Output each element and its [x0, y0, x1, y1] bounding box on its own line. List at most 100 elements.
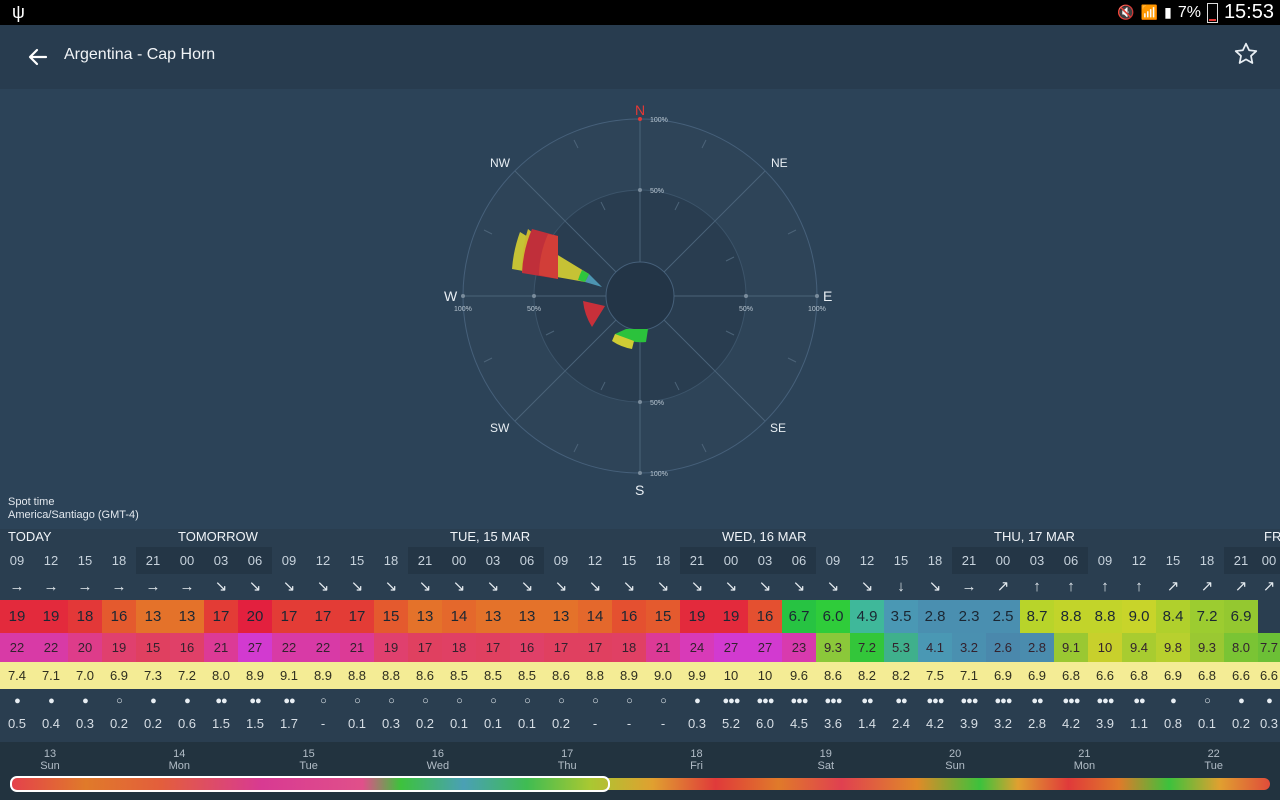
day-label: TODAY [8, 529, 52, 544]
hour-cell: 18 [383, 553, 399, 568]
wind-gust-cell: 20 [68, 633, 102, 662]
wind-direction-arrow-icon: → [9, 578, 25, 595]
wave-period-cell: 6.8 [1129, 668, 1149, 683]
hour-cell: 06 [510, 547, 544, 574]
wind-speed-cell: 19 [714, 600, 748, 633]
hour-cell: 12 [859, 553, 875, 568]
wind-gust-cell: 21 [340, 633, 374, 662]
precipitation-cell: 0.2 [109, 716, 129, 731]
wind-direction-arrow-icon: ↘ [690, 578, 704, 595]
precipitation-cell: 0.3 [1259, 716, 1279, 731]
precipitation-cell: 1.5 [211, 716, 231, 731]
wind-gust-cell: 21 [204, 633, 238, 662]
timeline-day[interactable]: 17 Thu [547, 748, 587, 772]
timeline-day-name: Sun [945, 760, 965, 772]
hour-cell: 15 [349, 553, 365, 568]
timeline-day[interactable]: 19 Sat [806, 748, 846, 772]
day-label: WED, 16 MAR [722, 529, 807, 544]
wave-period-cell: 6.9 [1163, 668, 1183, 683]
battery-icon [1206, 2, 1218, 23]
wind-speed-cell: 14 [578, 600, 612, 633]
wind-speed-cell: 17 [340, 600, 374, 633]
timeline-day-name: Sat [817, 760, 835, 772]
wind-speed-cell: 13 [170, 600, 204, 633]
wind-direction-arrow-icon: ↗ [1262, 578, 1276, 595]
precipitation-cell: 0.8 [1163, 716, 1183, 731]
wind-speed-cell: 6.0 [816, 600, 850, 633]
hour-cell: 21 [408, 547, 442, 574]
hour-cell: 15 [1165, 553, 1181, 568]
rain-drop-icon: ●●● [756, 695, 775, 707]
wind-gust-cell: 10 [1088, 633, 1122, 662]
spot-time-zone: America/Santiago (GMT-4) [8, 509, 139, 521]
wind-direction-arrow-icon: ↗ [1200, 578, 1214, 595]
precipitation-cell: 0.3 [381, 716, 401, 731]
wind-gust-cell: 8.0 [1224, 633, 1258, 662]
signal-icon: ▮ [1164, 4, 1172, 20]
timeline-day[interactable]: 22 Tue [1194, 748, 1234, 772]
timeline-day-number: 19 [819, 748, 832, 760]
rain-drop-icon: ●● [215, 695, 227, 707]
hour-cell: 12 [43, 553, 59, 568]
wave-period-cell: 8.5 [517, 668, 537, 683]
wind-gust-cell: 16 [170, 633, 204, 662]
wind-speed-cell: 8.4 [1156, 600, 1190, 633]
arrow-back-icon[interactable] [24, 43, 52, 71]
wind-gust-cell: 7.7 [1258, 633, 1280, 662]
spot-time-label: Spot time [8, 496, 55, 508]
forecast-table[interactable]: TODAY TOMORROW TUE, 15 MAR WED, 16 MAR T… [0, 527, 1280, 742]
wind-speed-cell: 13 [544, 600, 578, 633]
rain-drop-icon: ○ [626, 695, 633, 707]
wave-period-cell: 7.2 [177, 668, 197, 683]
rain-drop-icon: ●●● [960, 695, 979, 707]
wave-period-cell: 6.9 [109, 668, 129, 683]
hour-cell: 00 [1258, 547, 1280, 574]
wind-direction-arrow-icon: ↑ [1101, 578, 1109, 595]
wind-gust-cell: 16 [510, 633, 544, 662]
precipitation-cell: 0.1 [517, 716, 537, 731]
timeline-day[interactable]: 21 Mon [1064, 748, 1104, 772]
star-outline-icon[interactable] [1232, 41, 1260, 69]
hour-cell: 03 [204, 547, 238, 574]
timeline-day[interactable]: 14 Mon [159, 748, 199, 772]
hours-row: 09 12 15 18 21 00 03 06 09 12 15 18 21 00 03 06 09 12 15 18… [0, 547, 1280, 574]
wind-gust-cell: 23 [782, 633, 816, 662]
wind-gust-cell: 21 [646, 633, 680, 662]
wave-period-cell: 9.1 [279, 668, 299, 683]
wind-speed-cell: 2.8 [918, 600, 952, 633]
wind-gust-cell: 19 [102, 633, 136, 662]
hour-cell: 00 [714, 547, 748, 574]
timeline-day[interactable]: 20 Sun [935, 748, 975, 772]
timeline-range-handle[interactable] [10, 776, 610, 792]
precipitation-cell: 4.2 [925, 716, 945, 731]
wind-speed-cell: 6.7 [782, 600, 816, 633]
hour-cell: 21 [136, 547, 170, 574]
wave-period-cell: 6.6 [1259, 668, 1279, 683]
wind-speed-cell: 7.2 [1190, 600, 1224, 633]
rain-drop-icon: ● [1238, 695, 1245, 707]
clock: 15:53 [1223, 1, 1274, 23]
hour-cell: 00 [986, 547, 1020, 574]
hour-cell: 00 [170, 547, 204, 574]
wave-period-cell: 9.6 [789, 668, 809, 683]
timeline-day[interactable]: 13 Sun [30, 748, 70, 772]
wind-speed-cell: 17 [306, 600, 340, 633]
page-title: Argentina - Cap Horn [64, 46, 216, 63]
timeline-day[interactable]: 18 Fri [677, 748, 717, 772]
wind-direction-arrow-icon: ↘ [350, 578, 364, 595]
ring-label-50-s: 50% [650, 400, 664, 407]
wave-period-cell: 7.3 [143, 668, 163, 683]
hour-cell: 12 [1131, 553, 1147, 568]
precipitation-cell: 0.2 [415, 716, 435, 731]
day-label: TOMORROW [178, 529, 258, 544]
wave-period-cell: 8.9 [245, 668, 265, 683]
wind-speed-cell: 16 [102, 600, 136, 633]
timeline-scrubber[interactable]: 13 Sun 14 Mon 15 Tue 16 Wed 17 Thu 18 Fri 19 Sat 20 Sun… [0, 742, 1280, 800]
timeline-day[interactable]: 15 Tue [289, 748, 329, 772]
wind-speed-cell: 20 [238, 600, 272, 633]
timeline-day[interactable]: 16 Wed [418, 748, 458, 772]
precipitation-cell: 0.1 [347, 716, 367, 731]
ring-label-50-n: 50% [650, 188, 664, 195]
rain-drop-icon: ○ [388, 695, 395, 707]
wind-direction-row: → → → → → → ↘ ↘ ↘ ↘ ↘ ↘ ↘ ↘ ↘ ↘ ↘ ↘ ↘ ↘ ↘ ↘ ↘ ↘ ↘ ↘ ↓ ↘ → ↗ ↑ ↑ ↑ ↑ ↗ ↗ ↗ ↗ [0, 574, 1280, 600]
